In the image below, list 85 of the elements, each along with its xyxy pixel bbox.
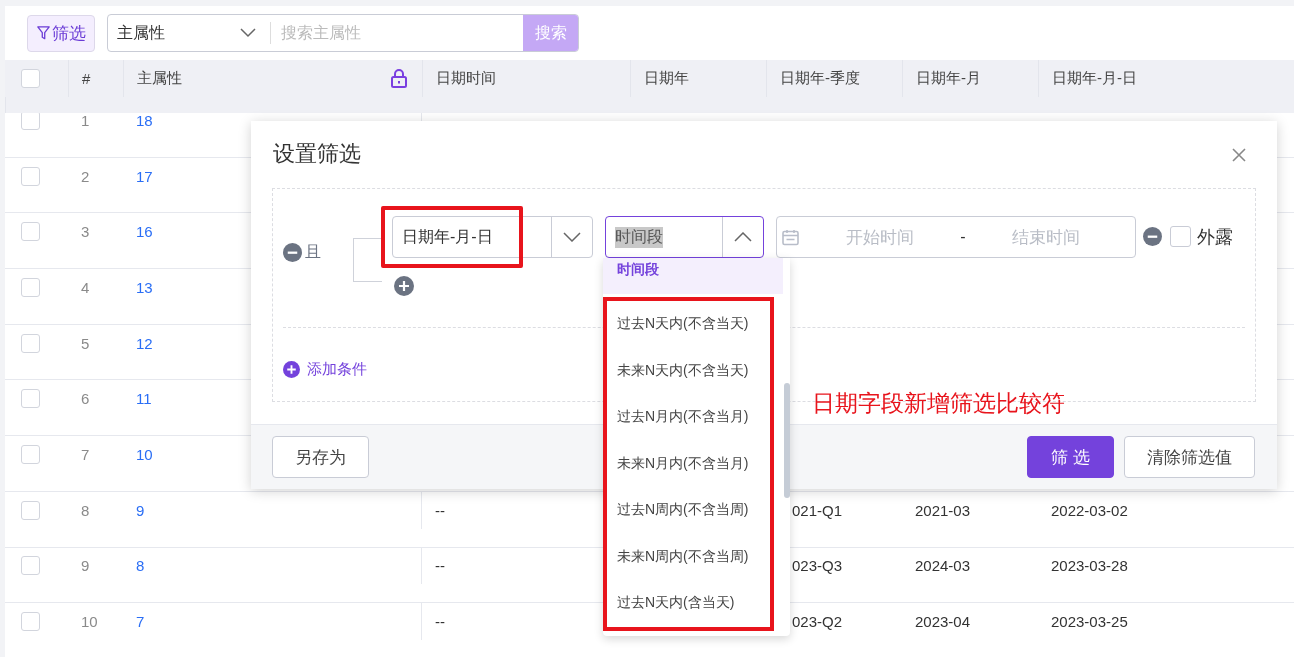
- row-number: 4: [81, 279, 90, 296]
- dropdown-option[interactable]: 过去N月内(不含当月): [607, 394, 770, 441]
- scrollbar-thumb[interactable]: [784, 383, 790, 498]
- row-number: 2: [81, 167, 90, 185]
- add-icon: [283, 361, 300, 378]
- table-cell-link[interactable]: 8: [136, 557, 145, 575]
- checkbox[interactable]: [21, 278, 40, 297]
- checkbox[interactable]: [21, 166, 40, 186]
- column-header: 日期年-月-日: [1052, 68, 1137, 88]
- dropdown-option[interactable]: 未来N天内(不含当天): [607, 347, 770, 394]
- table-cell-link[interactable]: 10: [136, 446, 153, 464]
- table-cell-link[interactable]: 9: [136, 501, 145, 519]
- table-cell: 2022-03-02: [1051, 501, 1128, 519]
- checkbox[interactable]: [21, 556, 40, 576]
- table-cell: --: [435, 501, 445, 519]
- checkbox[interactable]: [21, 333, 40, 353]
- remove-icon[interactable]: [283, 243, 302, 262]
- row-number: 8: [81, 501, 90, 519]
- table-cell: 021-Q1: [792, 501, 843, 519]
- table-cell-link[interactable]: 7: [136, 613, 145, 631]
- table-cell-link[interactable]: 17: [136, 167, 153, 185]
- table-cell-link[interactable]: 12: [136, 334, 153, 352]
- dropdown-option[interactable]: 未来N月内(不含当月): [607, 440, 770, 487]
- row-number: 9: [81, 557, 90, 575]
- table-cell: 2023-03-28: [1051, 557, 1128, 575]
- close-icon[interactable]: [1231, 146, 1247, 163]
- table-cell: --: [435, 613, 445, 631]
- checkbox[interactable]: [21, 68, 40, 88]
- checkbox[interactable]: [21, 389, 40, 409]
- dropdown-option[interactable]: 过去N天内(含当天): [607, 580, 770, 627]
- table-cell: 2024-03: [915, 557, 971, 575]
- checkbox[interactable]: [21, 500, 40, 520]
- checkbox[interactable]: [21, 222, 40, 242]
- row-number: 5: [81, 334, 90, 352]
- column-header: 日期年: [644, 68, 689, 88]
- date-range-field[interactable]: 开始时间 - 结束时间: [776, 216, 1136, 258]
- dropdown-option[interactable]: 过去N周内(不含当周): [607, 487, 770, 534]
- annotation-text: 日期字段新增筛选比较符: [812, 389, 1065, 418]
- table-cell-link[interactable]: 16: [136, 223, 153, 241]
- table-cell: 023-Q2: [792, 613, 843, 631]
- table-cell-link[interactable]: 11: [136, 390, 152, 408]
- checkbox[interactable]: [21, 113, 40, 130]
- remove-icon[interactable]: [1143, 227, 1162, 246]
- table-cell: --: [435, 557, 445, 575]
- logic-label[interactable]: 且: [305, 242, 321, 263]
- table-cell: 2021-03: [915, 501, 971, 519]
- table-cell: 2023-03-25: [1051, 613, 1128, 631]
- row-number: 10: [81, 613, 98, 631]
- checkbox[interactable]: [21, 445, 40, 465]
- checkbox[interactable]: [1170, 226, 1191, 247]
- table-cell: 2023-04: [915, 613, 971, 631]
- column-header: 日期年-季度: [780, 68, 860, 88]
- row-number: 6: [81, 390, 90, 408]
- chevron-down-icon: [240, 28, 256, 38]
- column-header: 日期年-月: [916, 68, 981, 88]
- filter-button[interactable]: 筛选: [27, 14, 95, 52]
- dialog-title: 设置筛选: [273, 139, 361, 168]
- funnel-icon: [36, 25, 50, 41]
- dropdown-option[interactable]: 过去N天内(不含当天): [607, 301, 770, 348]
- filter-button[interactable]: 筛 选: [1027, 436, 1114, 478]
- chevron-up-icon: [734, 232, 752, 242]
- column-header: 主属性: [137, 68, 182, 88]
- search-bar[interactable]: 主属性 搜索主属性 搜索: [107, 14, 579, 52]
- field-select[interactable]: 主属性: [108, 15, 270, 51]
- row-number: 7: [81, 446, 90, 464]
- column-header: 日期时间: [436, 68, 496, 88]
- calendar-icon: [782, 228, 799, 246]
- lock-icon: [390, 68, 408, 89]
- table-cell-link[interactable]: 18: [136, 113, 153, 129]
- dropdown-option[interactable]: 未来N周内(不含当周): [607, 533, 770, 580]
- row-number: 3: [81, 223, 90, 241]
- checkbox-label: 外露: [1197, 226, 1233, 249]
- checkbox[interactable]: [21, 612, 40, 632]
- field-select[interactable]: 日期年-月-日: [392, 216, 593, 258]
- dialog-button[interactable]: 清除筛选值: [1124, 436, 1255, 478]
- table-cell-link[interactable]: 13: [136, 279, 153, 296]
- dialog-button[interactable]: 另存为: [272, 436, 369, 478]
- add-condition-link[interactable]: 添加条件: [283, 360, 367, 379]
- table-cell: 023-Q3: [792, 557, 843, 575]
- row-number: 1: [81, 113, 90, 129]
- chevron-down-icon: [563, 232, 581, 242]
- dropdown-option[interactable]: 时间段: [603, 258, 783, 294]
- bracket-line: [353, 238, 382, 282]
- column-header: #: [82, 69, 91, 87]
- add-icon[interactable]: [394, 276, 414, 296]
